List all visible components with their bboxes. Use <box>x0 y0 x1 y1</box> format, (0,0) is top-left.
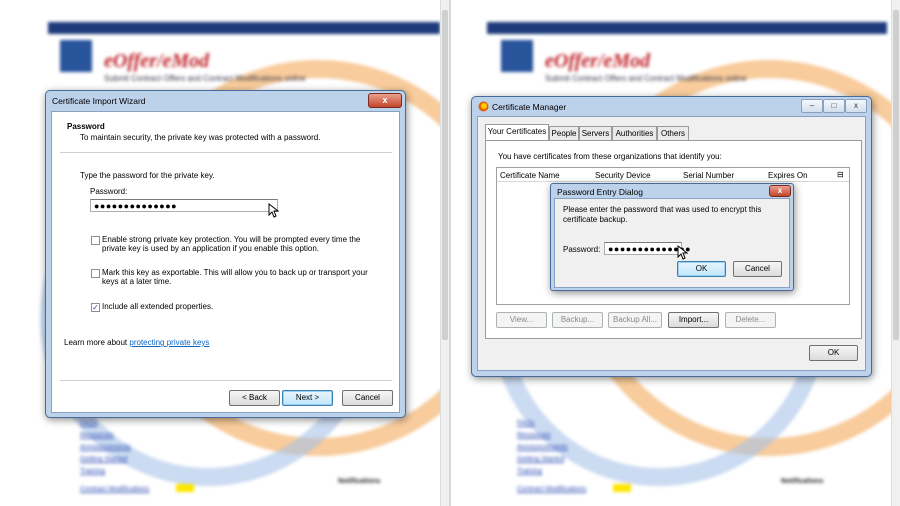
tab-people[interactable]: People <box>549 126 579 140</box>
password-input[interactable]: ●●●●●●●●●●●●●● <box>90 199 278 212</box>
window-title: Certificate Import Wizard <box>52 96 146 106</box>
protecting-private-keys-link[interactable]: protecting private keys <box>129 338 209 347</box>
back-button[interactable]: < Back <box>229 390 280 406</box>
notifications-heading: Notifications <box>781 478 824 485</box>
maximize-icon[interactable]: □ <box>823 99 845 113</box>
tab-servers[interactable]: Servers <box>579 126 612 140</box>
tab-strip: Your Certificates People Servers Authori… <box>485 124 860 141</box>
tree-header: Certificate Name Security Device Serial … <box>497 168 849 182</box>
extended-properties-checkbox[interactable]: ✓ <box>91 303 100 312</box>
dialog-message-line2: certificate backup. <box>563 215 628 224</box>
cancel-button[interactable]: Cancel <box>342 390 393 406</box>
scrollbar-thumb[interactable] <box>893 10 899 340</box>
column-header[interactable]: Certificate Name <box>500 171 560 180</box>
left-browser-pane: eOffer/eMod Submit Contract Offers and C… <box>0 0 450 506</box>
backup-all-button[interactable]: Backup All... <box>608 312 662 328</box>
titlebar[interactable]: Certificate Manager – □ x <box>472 97 871 117</box>
site-link[interactable]: Resources <box>80 432 113 439</box>
dialog-titlebar[interactable]: Password Entry Dialog x <box>551 184 793 198</box>
window-title: Certificate Manager <box>492 102 567 112</box>
extended-properties-label: Include all extended properties. <box>102 302 214 311</box>
site-link[interactable]: Getting Started <box>517 456 564 463</box>
strong-protection-checkbox[interactable] <box>91 236 100 245</box>
section-description: To maintain security, the private key wa… <box>80 133 321 142</box>
header-divider <box>60 152 392 154</box>
minimize-icon[interactable]: – <box>801 99 823 113</box>
close-icon[interactable]: x <box>368 93 402 108</box>
site-link[interactable]: Training <box>80 468 105 475</box>
certificate-manager-window: Certificate Manager – □ x Your Certifica… <box>471 96 872 377</box>
password-label: Password: <box>90 187 128 196</box>
scrollbar-thumb[interactable] <box>442 10 448 340</box>
site-link[interactable]: Training <box>517 468 542 475</box>
view-button[interactable]: View... <box>496 312 547 328</box>
vertical-scrollbar[interactable] <box>440 0 449 506</box>
titlebar[interactable]: Certificate Import Wizard x <box>46 91 405 111</box>
site-header-bar <box>487 22 887 34</box>
site-link[interactable]: Announcements <box>517 444 568 451</box>
site-link[interactable]: Contract Modifications <box>80 486 149 493</box>
site-link[interactable]: FAQs <box>517 420 535 427</box>
ok-button[interactable]: OK <box>809 345 858 361</box>
strong-protection-label-line2: private key is used by an application if… <box>102 244 320 253</box>
mouse-cursor-icon <box>677 245 688 260</box>
exportable-label-line1: Mark this key as exportable. This will a… <box>102 268 368 277</box>
highlight-marker <box>613 484 631 492</box>
column-picker-icon[interactable]: ⊟ <box>837 170 844 179</box>
import-button[interactable]: Import... <box>668 312 719 328</box>
site-link[interactable]: Getting Started <box>80 456 127 463</box>
close-icon[interactable]: x <box>769 185 791 197</box>
dialog-message-line1: Please enter the password that was used … <box>563 205 762 214</box>
close-icon[interactable]: x <box>845 99 867 113</box>
strong-protection-label-line1: Enable strong private key protection. Yo… <box>102 235 361 244</box>
footer-divider <box>60 380 392 382</box>
dialog-title: Password Entry Dialog <box>557 187 643 197</box>
tab-others[interactable]: Others <box>657 126 689 140</box>
exportable-label-line2: keys at a later time. <box>102 277 172 286</box>
site-link[interactable]: Contract Modifications <box>517 486 586 493</box>
dialog-password-label: Password: <box>563 245 601 254</box>
password-prompt: Type the password for the private key. <box>80 171 215 180</box>
wizard-body: Password To maintain security, the priva… <box>51 111 400 413</box>
column-header[interactable]: Security Device <box>595 171 651 180</box>
site-tagline: Submit Contract Offers and Contract Modi… <box>545 74 747 83</box>
site-logo <box>501 40 533 72</box>
site-tagline: Submit Contract Offers and Contract Modi… <box>104 74 306 83</box>
site-link[interactable]: Announcements <box>80 444 131 451</box>
dialog-cancel-button[interactable]: Cancel <box>733 261 782 277</box>
column-header[interactable]: Serial Number <box>683 171 734 180</box>
exportable-checkbox[interactable] <box>91 269 100 278</box>
tab-your-certificates[interactable]: Your Certificates <box>485 124 549 140</box>
backup-button[interactable]: Backup... <box>552 312 603 328</box>
next-button[interactable]: Next > <box>282 390 333 406</box>
firefox-icon <box>478 101 489 112</box>
dialog-body: Please enter the password that was used … <box>554 198 790 288</box>
intro-text: You have certificates from these organiz… <box>498 152 722 161</box>
site-link[interactable]: Resources <box>517 432 550 439</box>
password-entry-dialog: Password Entry Dialog x Please enter the… <box>550 183 794 291</box>
learn-more-prefix: Learn more about <box>64 338 130 347</box>
mouse-cursor-icon <box>268 203 279 218</box>
notifications-heading: Notifications <box>338 478 381 485</box>
section-title: Password <box>67 122 105 131</box>
vertical-scrollbar[interactable] <box>891 0 900 506</box>
right-browser-pane: eOffer/eMod Submit Contract Offers and C… <box>451 0 900 506</box>
site-link[interactable]: FAQs <box>80 420 98 427</box>
site-logo <box>60 40 92 72</box>
column-header[interactable]: Expires On <box>768 171 808 180</box>
site-brand: eOffer/eMod <box>104 50 210 72</box>
certificate-import-wizard-window: Certificate Import Wizard x Password To … <box>45 90 406 418</box>
tab-authorities[interactable]: Authorities <box>612 126 657 140</box>
dialog-ok-button[interactable]: OK <box>677 261 726 277</box>
learn-more-text: Learn more about protecting private keys <box>64 338 209 347</box>
highlight-marker <box>176 484 194 492</box>
dialog-password-input[interactable]: ●●●●●●●●●●●●●● <box>604 242 691 255</box>
site-brand: eOffer/eMod <box>545 50 651 72</box>
delete-button[interactable]: Delete... <box>725 312 776 328</box>
site-header-bar <box>48 22 440 34</box>
